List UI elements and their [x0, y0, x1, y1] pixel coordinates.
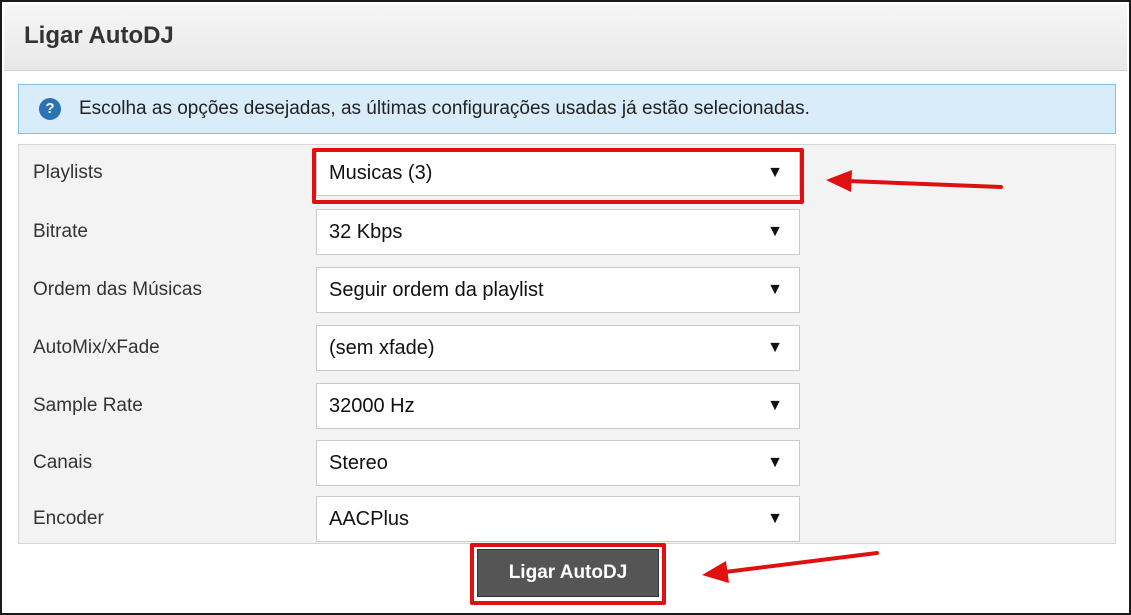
- button-arrow-icon: [702, 551, 879, 583]
- playlists-arrow-icon: [826, 170, 1003, 192]
- annotation-arrows: [702, 170, 1003, 583]
